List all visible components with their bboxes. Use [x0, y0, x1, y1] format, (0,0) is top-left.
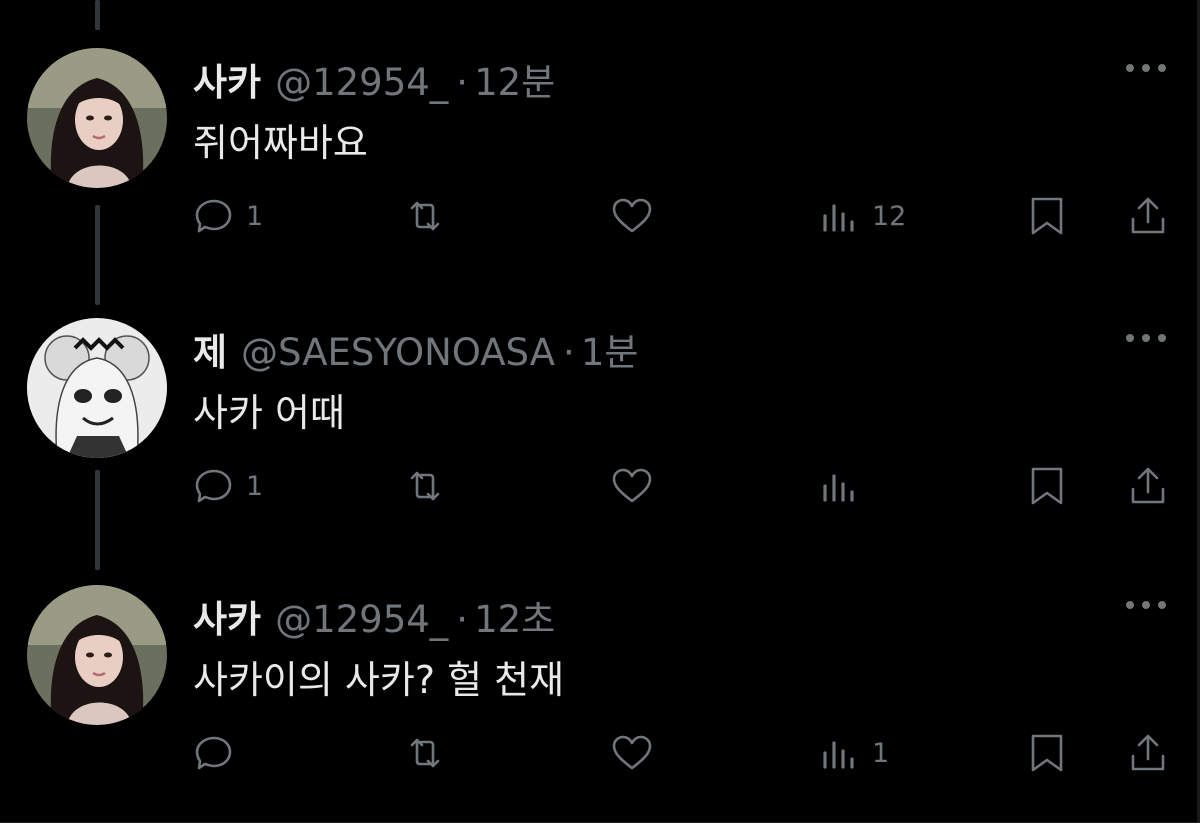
reply-icon — [195, 736, 232, 770]
share-icon — [1131, 197, 1165, 234]
display-name[interactable]: 제 — [193, 322, 227, 376]
tweet-text: 사카이의 사카? 헐 천재 — [193, 658, 565, 702]
timestamp[interactable]: 12초 — [474, 589, 555, 643]
more-options-icon[interactable] — [1126, 334, 1166, 344]
retweet-button[interactable] — [403, 460, 447, 512]
action-bar: 1 — [0, 727, 1200, 779]
separator-dot: · — [456, 61, 469, 104]
heart-icon — [612, 735, 652, 770]
reply-button[interactable] — [192, 727, 246, 779]
share-icon — [1131, 467, 1165, 504]
reply-button[interactable]: 1 — [192, 460, 263, 512]
like-button[interactable] — [610, 727, 654, 779]
tweet[interactable]: 사카 @12954_ · 12분 쥐어짜바요 1 12 — [0, 0, 1200, 270]
user-handle[interactable]: @SAESYONOASA — [241, 331, 555, 374]
reply-icon — [195, 469, 232, 503]
tweet[interactable]: 사카 @12954_ · 12초 사카이의 사카? 헐 천재 1 — [0, 537, 1200, 807]
retweet-icon — [410, 471, 440, 501]
photo-avatar-icon — [27, 585, 167, 725]
display-name[interactable]: 사카 — [193, 52, 261, 106]
bookmark-icon — [1031, 734, 1063, 772]
share-button[interactable] — [1126, 727, 1170, 779]
tweet[interactable]: 제 @SAESYONOASA · 1분 사카 어때 1 — [0, 270, 1200, 540]
bookmark-button[interactable] — [1025, 190, 1069, 242]
separator-dot: · — [456, 598, 469, 641]
avatar[interactable] — [27, 318, 167, 458]
like-button[interactable] — [610, 190, 654, 242]
share-button[interactable] — [1126, 460, 1170, 512]
user-handle[interactable]: @12954_ — [275, 598, 448, 641]
action-bar: 1 — [0, 460, 1200, 512]
user-handle[interactable]: @12954_ — [275, 61, 448, 104]
avatar[interactable] — [27, 585, 167, 725]
reply-icon — [195, 199, 232, 233]
like-button[interactable] — [610, 460, 654, 512]
reply-button[interactable]: 1 — [192, 190, 263, 242]
action-bar: 1 12 — [0, 190, 1200, 242]
share-icon — [1131, 734, 1165, 771]
retweet-button[interactable] — [403, 190, 447, 242]
views-icon — [823, 741, 854, 769]
photo-avatar-icon — [27, 48, 167, 188]
bookmark-button[interactable] — [1025, 727, 1069, 779]
bookmark-icon — [1031, 197, 1063, 235]
share-button[interactable] — [1126, 190, 1170, 242]
timestamp[interactable]: 1분 — [581, 322, 639, 376]
views-button[interactable]: 1 — [818, 727, 889, 779]
views-icon — [823, 474, 854, 502]
retweet-icon — [410, 738, 440, 768]
views-icon — [823, 204, 854, 232]
view-count: 1 — [872, 737, 890, 769]
heart-icon — [612, 198, 652, 233]
more-options-icon[interactable] — [1126, 601, 1166, 611]
heart-icon — [612, 468, 652, 503]
tweet-text: 쥐어짜바요 — [193, 121, 368, 165]
bookmark-button[interactable] — [1025, 460, 1069, 512]
separator-dot: · — [563, 331, 575, 374]
bookmark-icon — [1031, 467, 1063, 505]
manga-avatar-icon — [27, 318, 167, 458]
timestamp[interactable]: 12분 — [474, 52, 555, 106]
more-options-icon[interactable] — [1126, 64, 1166, 74]
avatar[interactable] — [27, 48, 167, 188]
views-button[interactable]: 12 — [818, 190, 906, 242]
view-count: 12 — [872, 200, 907, 232]
reply-count: 1 — [246, 470, 264, 502]
retweet-icon — [410, 201, 440, 231]
retweet-button[interactable] — [403, 727, 447, 779]
display-name[interactable]: 사카 — [193, 589, 261, 643]
views-button[interactable] — [818, 460, 872, 512]
tweet-text: 사카 어때 — [193, 391, 345, 435]
reply-count: 1 — [246, 200, 264, 232]
